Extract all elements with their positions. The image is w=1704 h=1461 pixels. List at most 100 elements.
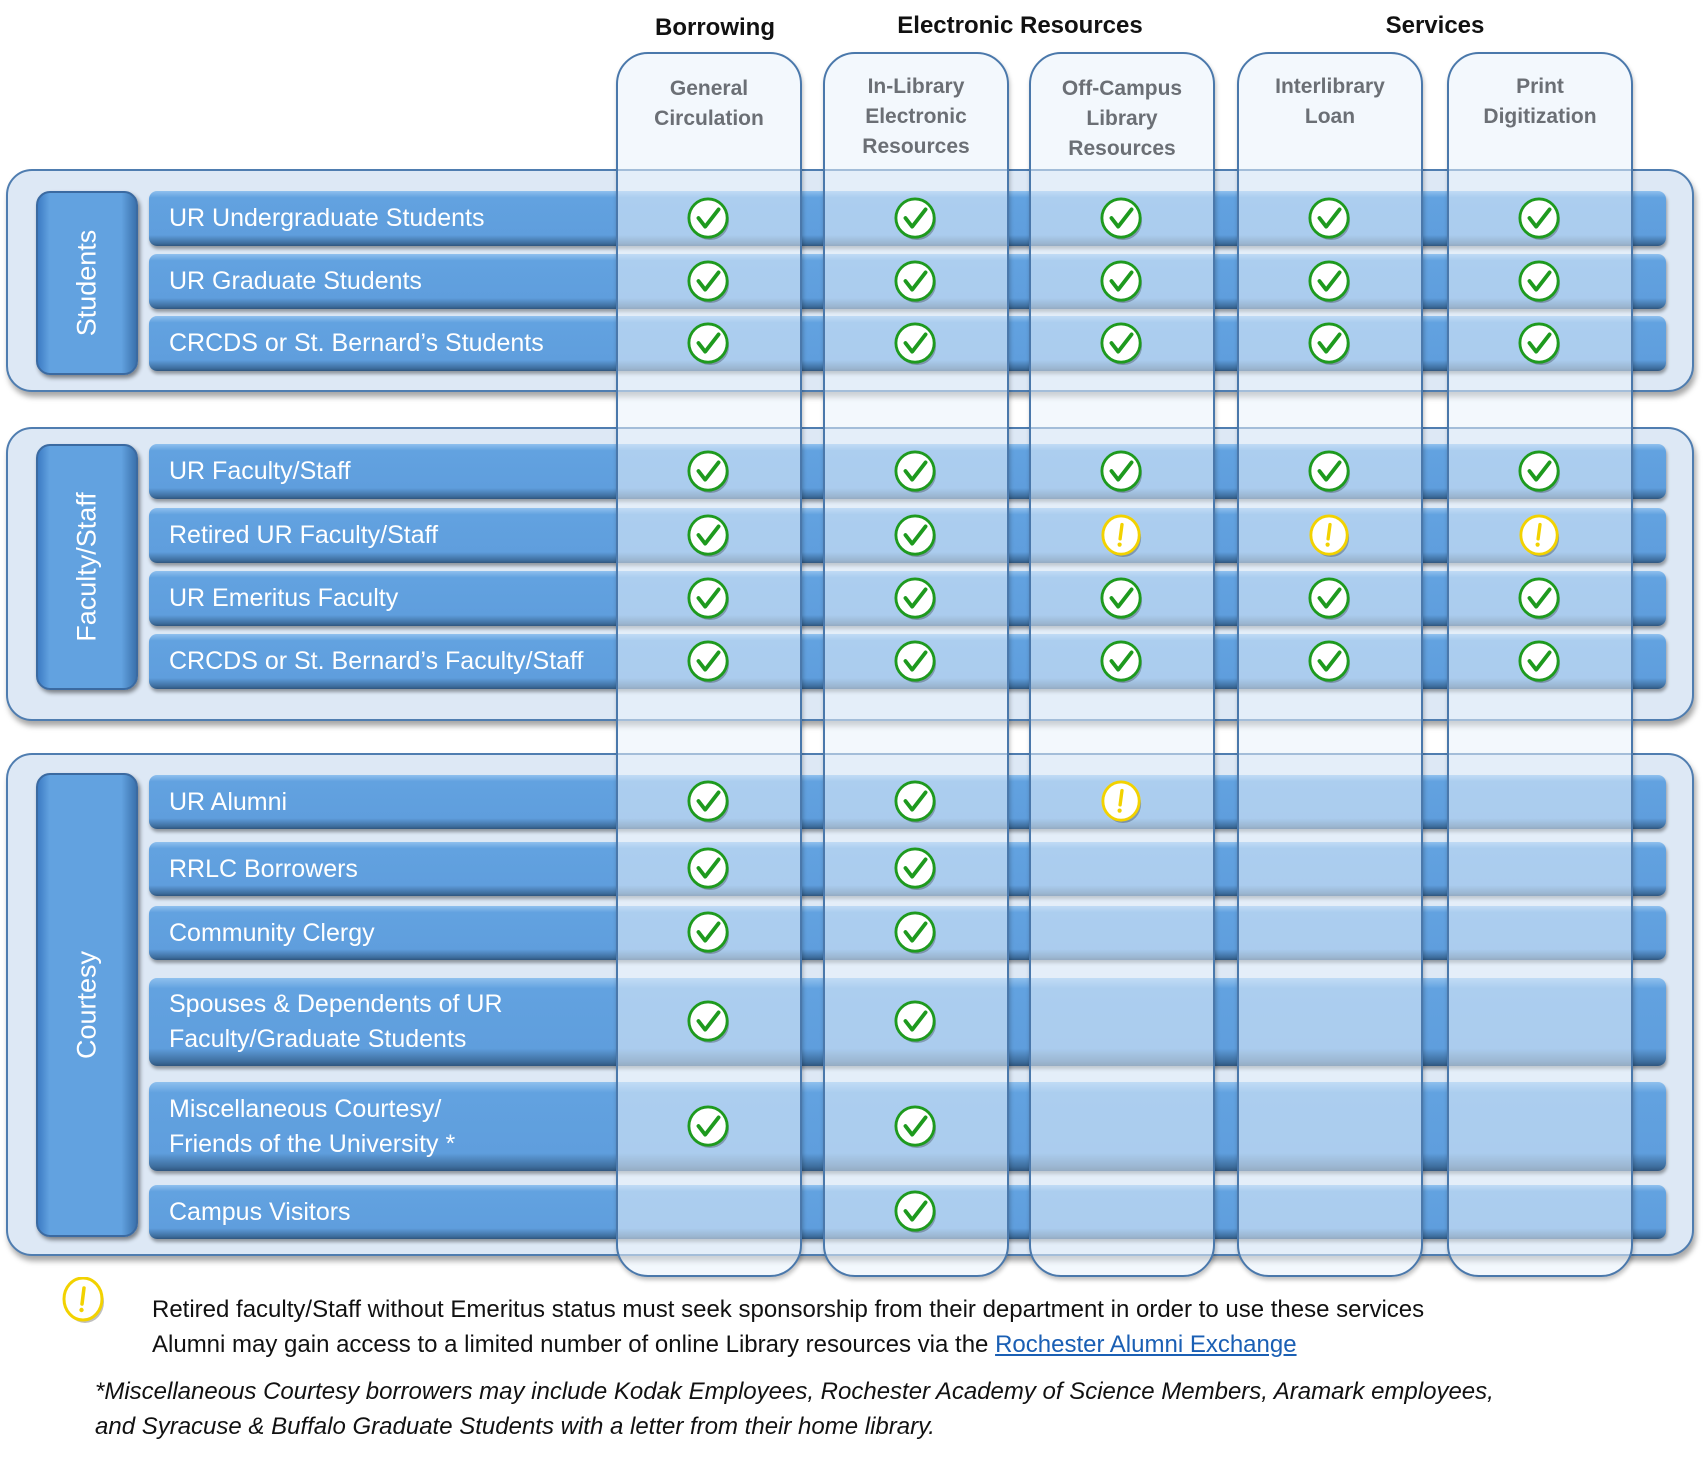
- check-circle-icon: [687, 1104, 730, 1148]
- column-header-line: Loan: [1304, 105, 1356, 128]
- row-label: UR Faculty/Staff: [169, 454, 351, 489]
- row-label-line: Retired UR Faculty/Staff: [169, 521, 439, 549]
- check-circle-icon: [687, 449, 730, 493]
- check-circle-icon: [894, 847, 937, 891]
- column-header-line: Electronic: [865, 105, 967, 128]
- row-label-line: Faculty/Graduate Students: [169, 1025, 467, 1053]
- check-circle-icon: [1308, 196, 1351, 240]
- footnote-line-2: and Syracuse & Buffalo Graduate Students…: [95, 1413, 935, 1440]
- category-header-electronic-resources: Electronic Resources: [897, 12, 1143, 39]
- check-circle-icon: [687, 639, 730, 683]
- column-header-line: Library: [1086, 107, 1158, 130]
- legend-alumni-note: Alumni may gain access to a limited numb…: [152, 1331, 1297, 1359]
- row-label-line: UR Emeritus Faculty: [169, 584, 399, 612]
- column-header-line: Resources: [862, 135, 970, 158]
- check-circle-icon: [894, 576, 937, 620]
- check-circle-icon: [1308, 321, 1351, 365]
- row-label: UR Alumni: [169, 785, 287, 820]
- column-header-line: Print: [1516, 75, 1564, 98]
- rochester-alumni-exchange-link[interactable]: Rochester Alumni Exchange: [995, 1331, 1297, 1358]
- row-label: CRCDS or St. Bernard’s Faculty/Staff: [169, 644, 584, 679]
- legend-caution-icon: [62, 1277, 104, 1323]
- row-label-line: RRLC Borrowers: [169, 854, 358, 883]
- column-header-line: Circulation: [654, 107, 764, 130]
- column-header: Off-Campus Library Resources: [1029, 74, 1215, 164]
- column-header: Interlibrary Loan: [1237, 72, 1423, 132]
- check-circle-icon: [894, 259, 937, 303]
- column-header-line: In-Library: [867, 75, 965, 98]
- row-label: UR Undergraduate Students: [169, 201, 484, 236]
- row-label: UR Emeritus Faculty: [169, 581, 398, 616]
- column-header: General Circulation: [616, 74, 802, 134]
- check-circle-icon: [687, 780, 730, 824]
- check-circle-icon: [687, 1000, 730, 1044]
- check-circle-icon: [1308, 576, 1351, 620]
- check-circle-icon: [1100, 576, 1143, 620]
- row-label-line: UR Alumni: [169, 787, 288, 816]
- check-circle-icon: [687, 847, 730, 891]
- check-circle-icon: [687, 259, 730, 303]
- check-circle-icon: [894, 196, 937, 240]
- check-circle-icon: [1518, 449, 1561, 493]
- check-circle-icon: [687, 513, 730, 557]
- column-header: Print Digitization: [1447, 72, 1633, 132]
- legend-alumni-text: Alumni may gain access to a limited numb…: [152, 1331, 996, 1358]
- legend-retired-note: Retired faculty/Staff without Emeritus s…: [152, 1296, 1425, 1323]
- row-label: Community Clergy: [169, 916, 375, 951]
- check-circle-icon: [1100, 321, 1143, 365]
- group-label-courtesy: Courtesy: [36, 773, 138, 1237]
- category-header-borrowing: Borrowing: [655, 14, 775, 41]
- row-label-line: Friends of the University *: [169, 1129, 456, 1158]
- row-label-line: UR Undergraduate Students: [169, 204, 485, 232]
- row-label: Miscellaneous Courtesy/Friends of the Un…: [169, 1092, 455, 1162]
- row-label: Campus Visitors: [169, 1195, 351, 1230]
- check-circle-icon: [1518, 321, 1561, 365]
- check-circle-icon: [687, 196, 730, 240]
- check-circle-icon: [894, 449, 937, 493]
- check-circle-icon: [687, 321, 730, 365]
- row-label-line: Community Clergy: [169, 918, 375, 947]
- check-circle-icon: [894, 639, 937, 683]
- row-label-line: UR Faculty/Staff: [169, 457, 351, 485]
- column-header-line: Off-Campus: [1061, 77, 1183, 100]
- check-circle-icon: [1100, 449, 1143, 493]
- check-circle-icon: [894, 513, 937, 557]
- caution-exclamation-icon: [1101, 780, 1142, 824]
- check-circle-icon: [1518, 196, 1561, 240]
- check-circle-icon: [687, 576, 730, 620]
- column-header-line: Resources: [1068, 137, 1176, 160]
- check-circle-icon: [1308, 449, 1351, 493]
- column-header-line: Digitization: [1483, 105, 1597, 128]
- check-circle-icon: [1100, 259, 1143, 303]
- caution-exclamation-icon: [1309, 513, 1350, 557]
- row-label-line: Spouses & Dependents of UR: [169, 990, 503, 1018]
- row-label: CRCDS or St. Bernard’s Students: [169, 326, 544, 361]
- check-circle-icon: [1308, 639, 1351, 683]
- check-circle-icon: [894, 1104, 937, 1148]
- row-label: Spouses & Dependents of UR Faculty/Gradua…: [169, 987, 503, 1057]
- row-label: RRLC Borrowers: [169, 852, 358, 887]
- check-circle-icon: [894, 321, 937, 365]
- column-header-line: Interlibrary: [1275, 75, 1385, 98]
- check-circle-icon: [687, 911, 730, 955]
- check-circle-icon: [894, 1190, 937, 1234]
- column-header-line: General: [669, 77, 749, 100]
- row-label-line: CRCDS or St. Bernard’s Faculty/Staff: [169, 647, 584, 675]
- row-label: UR Graduate Students: [169, 264, 422, 299]
- check-circle-icon: [1308, 259, 1351, 303]
- caution-exclamation-icon: [1519, 513, 1560, 557]
- row-label-line: Campus Visitors: [169, 1197, 351, 1226]
- row-label-line: Miscellaneous Courtesy/: [169, 1094, 442, 1123]
- row-label: Retired UR Faculty/Staff: [169, 518, 438, 553]
- group-label-faculty-staff: Faculty/Staff: [36, 444, 138, 690]
- check-circle-icon: [1518, 259, 1561, 303]
- check-circle-icon: [894, 780, 937, 824]
- group-label-students: Students: [36, 191, 138, 375]
- footnote-line-1: *Miscellaneous Courtesy borrowers may in…: [95, 1378, 1494, 1405]
- column-header: In-Library Electronic Resources: [823, 72, 1009, 162]
- caution-exclamation-icon: [1101, 513, 1142, 557]
- check-circle-icon: [1100, 196, 1143, 240]
- check-circle-icon: [1518, 576, 1561, 620]
- check-circle-icon: [894, 911, 937, 955]
- check-circle-icon: [1100, 639, 1143, 683]
